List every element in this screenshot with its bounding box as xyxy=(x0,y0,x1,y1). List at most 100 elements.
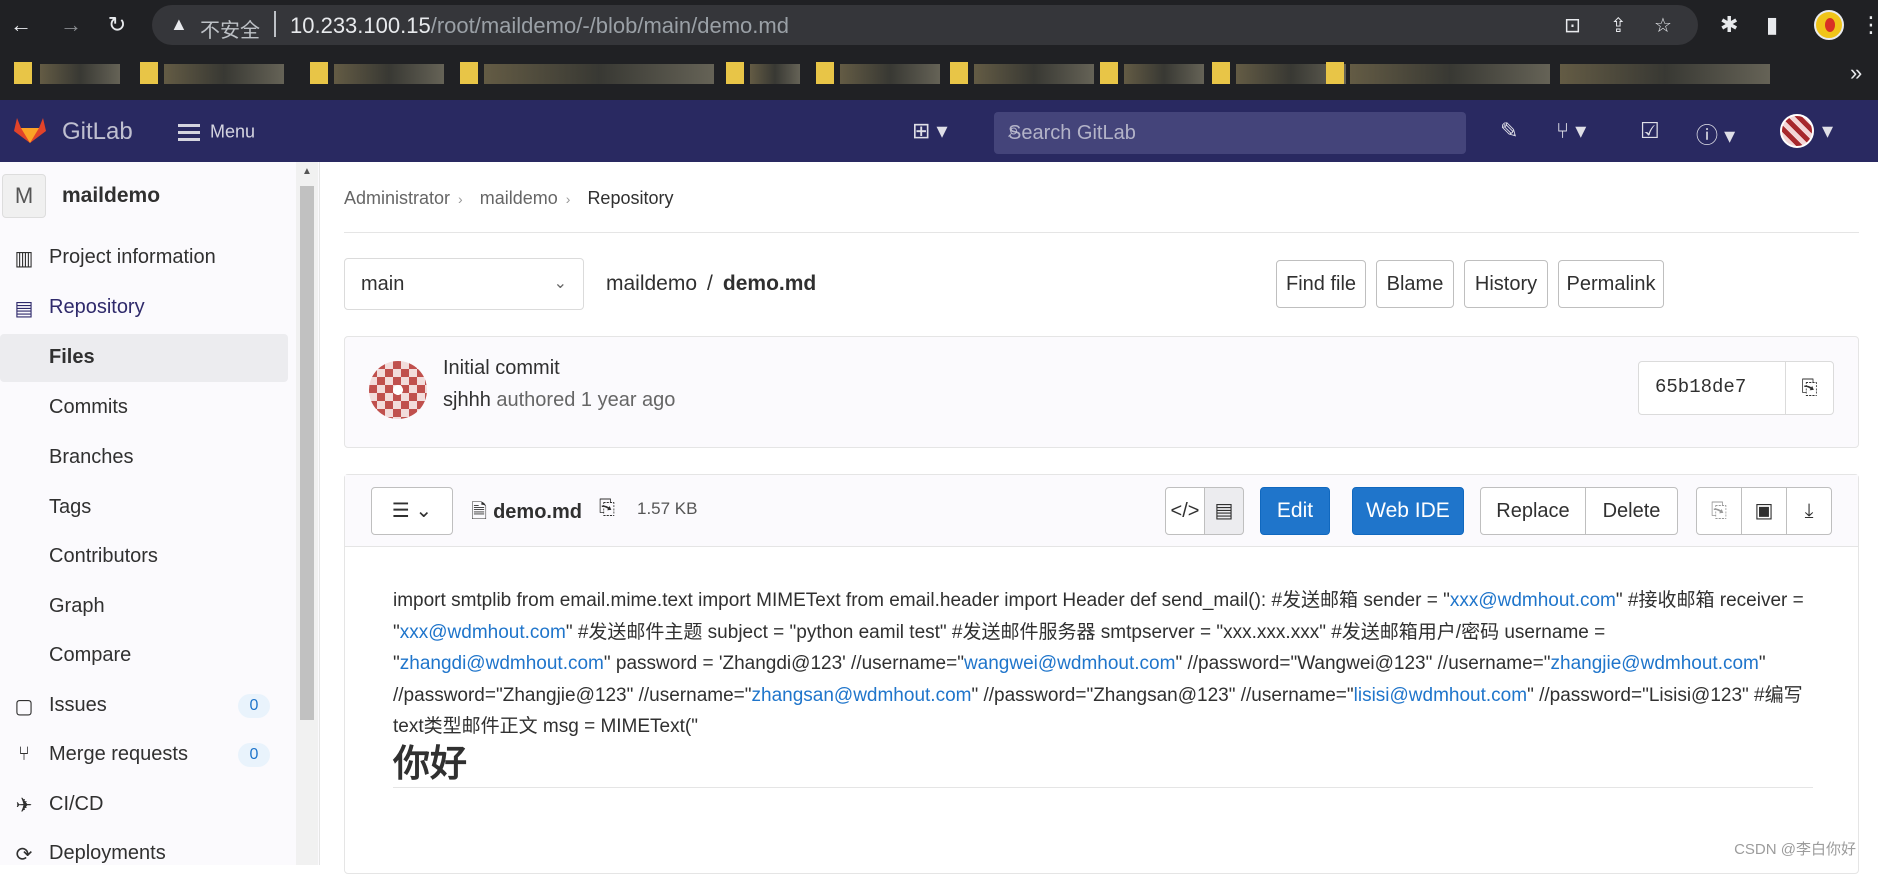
sidebar-item-graph[interactable]: Graph xyxy=(0,583,288,631)
email-link[interactable]: xxx@wdmhout.com xyxy=(1450,590,1616,611)
sidebar-item-ci-cd[interactable]: ✈ CI/CD xyxy=(0,781,288,829)
share-icon[interactable]: ⇪ xyxy=(1610,13,1627,38)
email-link[interactable]: zhangdi@wdmhout.com xyxy=(400,653,604,674)
display-rendered-button[interactable]: ▤ xyxy=(1204,487,1244,535)
display-source-button[interactable]: </> xyxy=(1165,487,1205,535)
breadcrumb-maildemo[interactable]: maildemo xyxy=(480,188,558,208)
commit-author[interactable]: sjhhh xyxy=(443,389,491,411)
sidebar-item-contributors[interactable]: Contributors xyxy=(0,533,288,581)
forward-icon[interactable]: → xyxy=(58,12,84,38)
file-tree-toggle-button[interactable]: ☰ ⌄ xyxy=(371,487,453,535)
bookmark-star-icon[interactable]: ☆ xyxy=(1654,13,1672,38)
user-avatar[interactable] xyxy=(1780,114,1814,148)
open-raw-button[interactable]: ▣ xyxy=(1741,487,1787,535)
bookmark-item[interactable] xyxy=(1350,64,1550,84)
permalink-button[interactable]: Permalink xyxy=(1558,260,1664,308)
file-icon: 🗎 xyxy=(471,501,488,523)
merge-requests-icon[interactable]: ⑂ ▾ xyxy=(1556,118,1586,144)
bookmark-folder-icon[interactable] xyxy=(140,62,158,84)
commit-author-avatar[interactable] xyxy=(369,361,427,419)
issues-icon[interactable]: ✎ xyxy=(1500,118,1518,144)
more-bookmarks-icon[interactable]: » xyxy=(1850,60,1862,86)
web-ide-button[interactable]: Web IDE xyxy=(1352,487,1464,535)
bookmark-folder-icon[interactable] xyxy=(310,62,328,84)
project-header[interactable]: M maildemo xyxy=(0,172,300,222)
download-button[interactable]: ⤓ xyxy=(1786,487,1832,535)
browser-menu-icon[interactable]: ⋮ xyxy=(1860,12,1878,38)
md-text: " password = 'Zhangdi@123' //username=" xyxy=(603,653,964,674)
reload-icon[interactable]: ↻ xyxy=(104,12,130,38)
deploy-icon: ⟳ xyxy=(15,844,33,866)
bookmark-folder-icon[interactable] xyxy=(14,62,32,84)
bookmark-folder-icon[interactable] xyxy=(726,62,744,84)
email-link[interactable]: zhangjie@wdmhout.com xyxy=(1551,653,1759,674)
gitlab-brand[interactable]: GitLab xyxy=(62,118,133,146)
delete-button[interactable]: Delete xyxy=(1585,487,1678,535)
gitlab-logo-icon[interactable] xyxy=(12,114,48,144)
copy-path-icon[interactable]: ⎘ xyxy=(599,497,615,520)
history-button[interactable]: History xyxy=(1464,260,1548,308)
warning-icon[interactable]: ▲ xyxy=(170,14,188,35)
copy-icon[interactable]: ⎘ xyxy=(1785,362,1833,414)
bookmark-folder-icon[interactable] xyxy=(816,62,834,84)
path-root[interactable]: maildemo xyxy=(606,272,697,295)
email-link[interactable]: lisisi@wdmhout.com xyxy=(1354,685,1527,706)
bookmark-item[interactable] xyxy=(334,64,444,84)
bookmark-item[interactable] xyxy=(750,64,800,84)
help-icon[interactable]: ⓘ ▾ xyxy=(1696,118,1735,150)
scroll-up-icon[interactable]: ▲ xyxy=(302,166,312,177)
branch-dropdown[interactable]: main ⌄ xyxy=(344,258,584,310)
bookmark-item[interactable] xyxy=(1124,64,1204,84)
find-file-button[interactable]: Find file xyxy=(1276,260,1366,308)
bookmark-item[interactable] xyxy=(1560,64,1770,84)
sidebar-item-project-information[interactable]: ▥ Project information xyxy=(0,234,288,282)
bookmark-item[interactable] xyxy=(974,64,1094,84)
bookmark-item[interactable] xyxy=(484,64,714,84)
bookmark-folder-icon[interactable] xyxy=(460,62,478,84)
commit-title[interactable]: Initial commit xyxy=(443,357,560,380)
sidebar-scrollbar[interactable]: ▲ xyxy=(296,162,318,865)
edit-button[interactable]: Edit xyxy=(1260,487,1330,535)
bookmark-folder-icon[interactable] xyxy=(1326,62,1344,84)
copy-contents-button[interactable]: ⎘ xyxy=(1696,487,1742,535)
bookmark-item[interactable] xyxy=(164,64,284,84)
sidebar-item-issues[interactable]: ▢ Issues 0 xyxy=(0,682,288,730)
sidebar-item-branches[interactable]: Branches xyxy=(0,434,288,482)
create-new-icon[interactable]: ⊞ ▾ xyxy=(912,118,948,144)
sidebar-item-deployments[interactable]: ⟳ Deployments xyxy=(0,830,288,878)
scrollbar-thumb[interactable] xyxy=(300,186,314,720)
extensions-icon[interactable]: ✱ xyxy=(1720,12,1738,38)
bookmark-item[interactable] xyxy=(40,64,120,84)
breadcrumb-repository[interactable]: Repository xyxy=(587,188,673,208)
watermark: CSDN @李白你好 xyxy=(1734,841,1856,858)
menu-button[interactable]: Menu xyxy=(178,120,255,145)
bookmark-folder-icon[interactable] xyxy=(1212,62,1230,84)
email-link[interactable]: wangwei@wdmhout.com xyxy=(964,653,1176,674)
chevron-down-icon[interactable]: ▾ xyxy=(1822,118,1833,144)
sidebar-item-files[interactable]: Files xyxy=(0,334,288,382)
chevron-right-icon: › xyxy=(565,191,571,207)
bookmark-item[interactable] xyxy=(840,64,940,84)
browser-profile-avatar[interactable] xyxy=(1814,10,1844,40)
sidebar-item-compare[interactable]: Compare xyxy=(0,632,288,680)
email-link[interactable]: zhangsan@wdmhout.com xyxy=(752,685,972,706)
bookmark-folder-icon[interactable] xyxy=(950,62,968,84)
search-input[interactable]: Search GitLab ⌕ xyxy=(994,112,1466,154)
sidebar-item-repository[interactable]: ▤ Repository xyxy=(0,284,288,332)
email-link[interactable]: xxx@wdmhout.com xyxy=(400,622,566,643)
blame-button[interactable]: Blame xyxy=(1376,260,1454,308)
todo-icon[interactable]: ☑ xyxy=(1640,118,1660,144)
back-icon[interactable]: ← xyxy=(8,12,34,38)
commit-sha[interactable]: 65b18de7 xyxy=(1655,376,1746,398)
url-text[interactable]: 10.233.100.15/root/maildemo/-/blob/main/… xyxy=(290,13,789,39)
bookmark-folder-icon[interactable] xyxy=(1100,62,1118,84)
translate-icon[interactable]: ⊡ xyxy=(1564,13,1581,38)
chevron-right-icon: › xyxy=(458,191,463,207)
sidepanel-icon[interactable]: ▮ xyxy=(1766,12,1778,38)
address-bar[interactable]: ▲ 不安全 10.233.100.15/root/maildemo/-/blob… xyxy=(152,5,1698,45)
replace-button[interactable]: Replace xyxy=(1480,487,1586,535)
sidebar-item-tags[interactable]: Tags xyxy=(0,484,288,532)
breadcrumb-administrator[interactable]: Administrator xyxy=(344,188,450,208)
sidebar-item-commits[interactable]: Commits xyxy=(0,384,288,432)
sidebar-item-merge-requests[interactable]: ⑂ Merge requests 0 xyxy=(0,731,288,779)
